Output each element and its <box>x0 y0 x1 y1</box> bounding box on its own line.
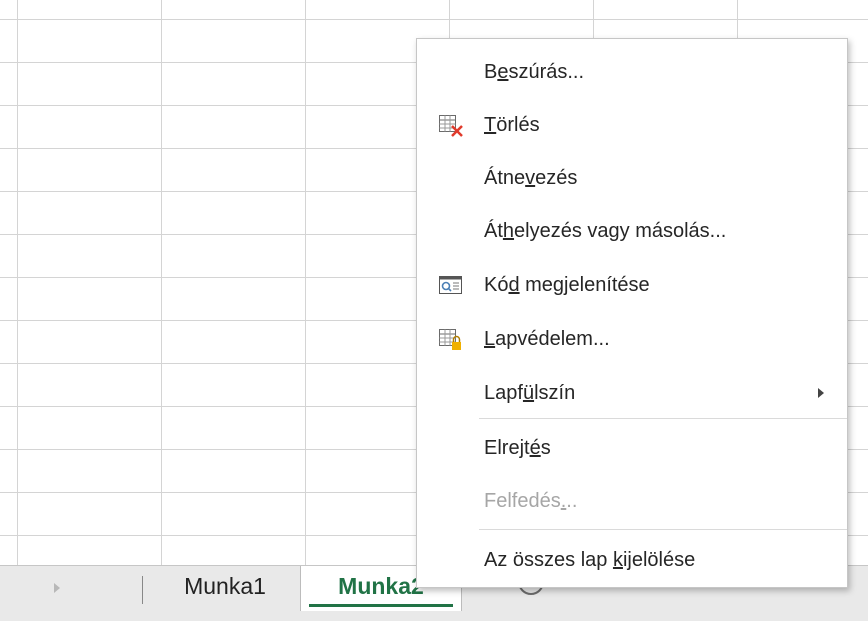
view-code-icon <box>439 276 462 294</box>
menu-item-select-all-sheets[interactable]: Az összes lap kijelölése <box>417 539 847 583</box>
menu-item-label: Lapfülszín <box>484 382 576 404</box>
grid-column-line <box>17 0 18 565</box>
delete-sheet-icon <box>439 115 463 137</box>
menu-item-move-or-copy[interactable]: Áthelyezés vagy másolás... <box>417 210 847 254</box>
menu-item-label: Elrejtés <box>484 437 551 459</box>
menu-item-label: Az összes lap kijelölése <box>484 549 696 571</box>
menu-item-delete[interactable]: Törlés <box>417 104 847 148</box>
menu-item-label: Áthelyezés vagy másolás... <box>484 220 727 242</box>
grid-column-line <box>305 0 306 565</box>
menu-item-insert[interactable]: Beszúrás... <box>417 51 847 95</box>
menu-item-rename[interactable]: Átnevezés <box>417 157 847 201</box>
scroll-tabs-right-icon[interactable] <box>54 583 60 593</box>
menu-item-view-code[interactable]: Kód megjelenítése <box>417 264 847 308</box>
menu-item-label: Felfedés... <box>484 490 578 512</box>
protect-sheet-icon <box>439 329 461 350</box>
sheet-tab-label: Munka1 <box>184 573 266 599</box>
menu-item-protect-sheet[interactable]: Lapvédelem... <box>417 318 847 362</box>
menu-item-label: Átnevezés <box>484 167 578 189</box>
sheet-tab-context-menu: Beszúrás... Törlés Átnevezés Áthelyezés … <box>416 38 848 588</box>
menu-item-unhide: Felfedés... <box>417 480 847 524</box>
menu-item-label: Beszúrás... <box>484 61 585 83</box>
grid-column-line <box>161 0 162 565</box>
menu-item-tab-color[interactable]: Lapfülszín <box>417 372 847 416</box>
menu-item-hide[interactable]: Elrejtés <box>417 427 847 471</box>
tab-divider <box>142 576 143 604</box>
grid-row-line <box>0 19 868 20</box>
active-tab-indicator <box>309 604 453 607</box>
menu-item-label: Törlés <box>484 114 540 136</box>
menu-item-label: Kód megjelenítése <box>484 274 650 296</box>
submenu-arrow-icon <box>818 388 824 398</box>
menu-separator <box>479 529 847 530</box>
sheet-tab-munka1[interactable]: Munka1 <box>155 566 295 611</box>
menu-item-label: Lapvédelem... <box>484 328 610 350</box>
sheet-tab-label: Munka2 <box>338 573 424 599</box>
menu-separator <box>479 418 847 419</box>
